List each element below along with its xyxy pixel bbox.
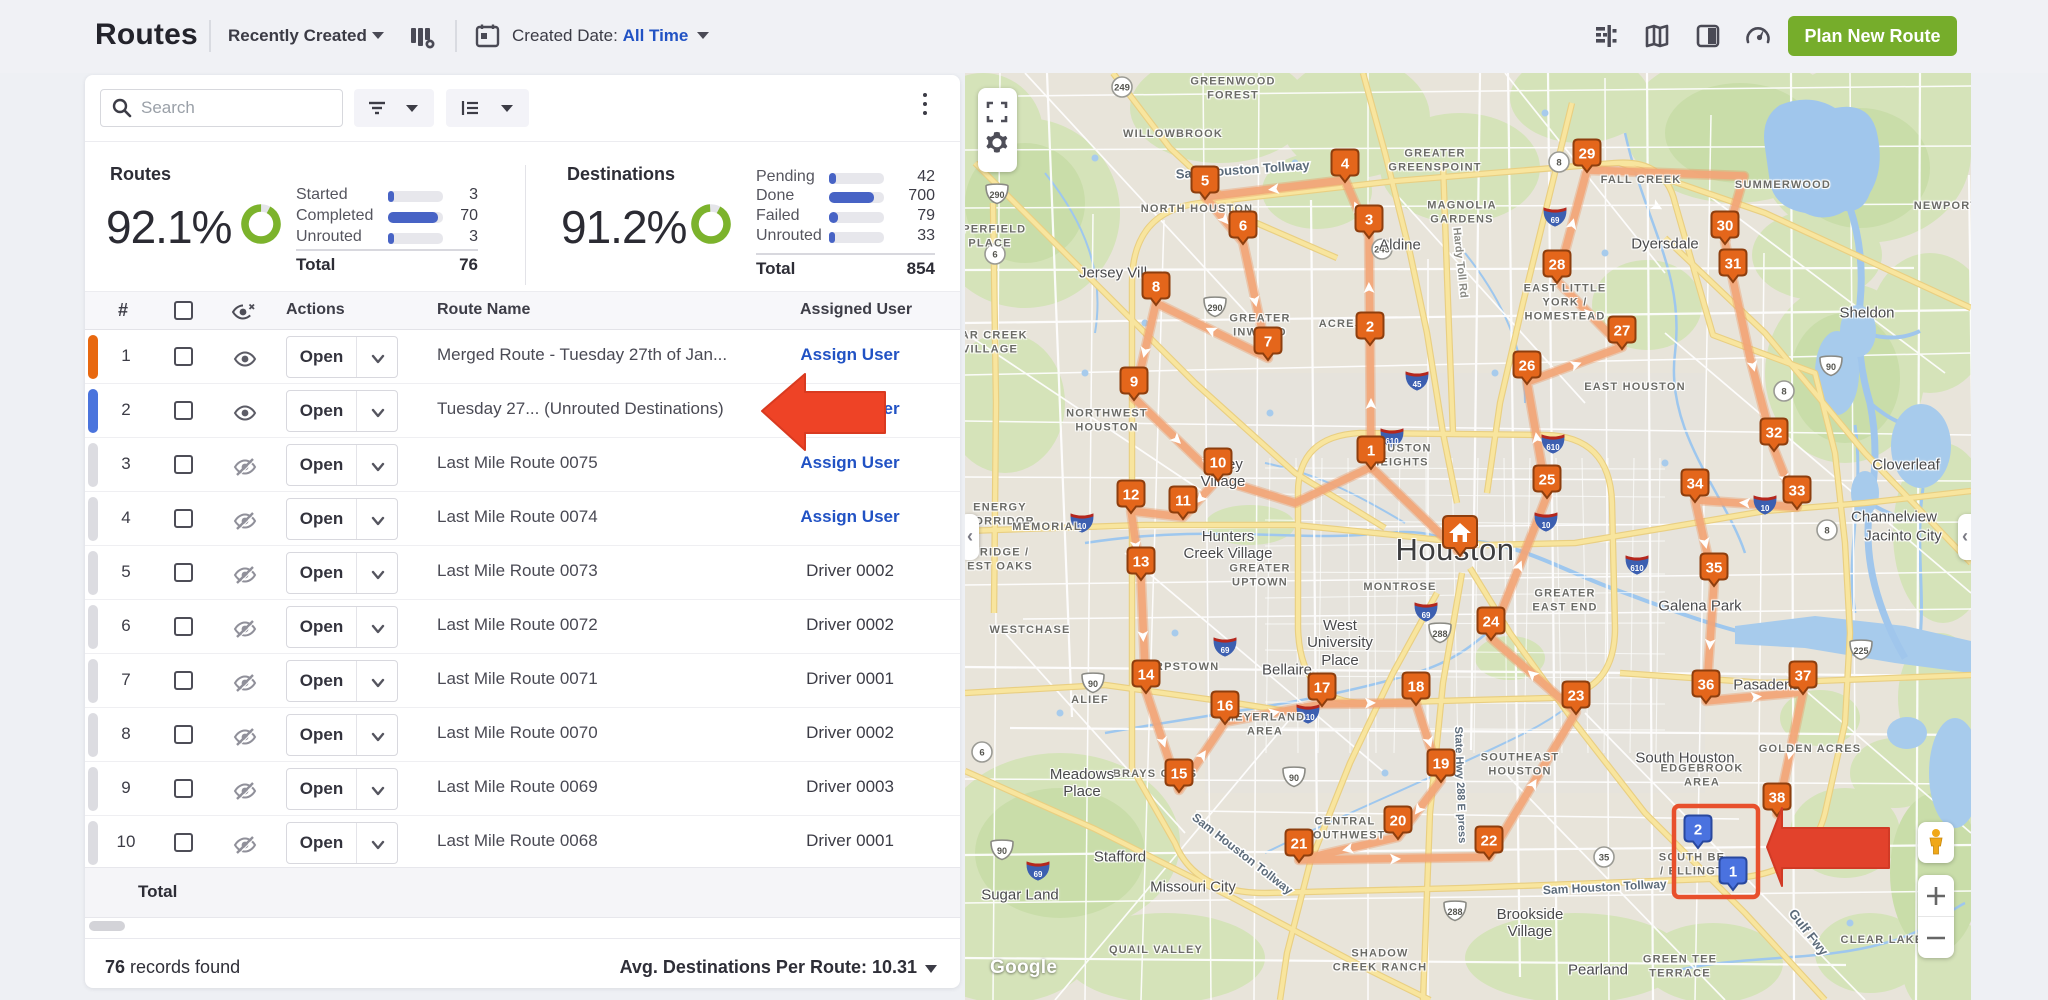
svg-text:3: 3 xyxy=(1365,212,1373,229)
svg-text:34: 34 xyxy=(1687,476,1704,493)
svg-text:18: 18 xyxy=(1408,679,1425,696)
svg-text:2: 2 xyxy=(1694,822,1702,839)
svg-text:8: 8 xyxy=(1152,279,1160,296)
svg-text:7: 7 xyxy=(1264,334,1272,351)
svg-text:13: 13 xyxy=(1133,554,1150,571)
svg-text:19: 19 xyxy=(1433,756,1450,773)
svg-text:33: 33 xyxy=(1789,483,1806,500)
svg-text:30: 30 xyxy=(1717,218,1734,235)
svg-text:10: 10 xyxy=(1210,455,1227,472)
svg-text:11: 11 xyxy=(1175,493,1191,510)
svg-text:20: 20 xyxy=(1390,813,1407,830)
svg-text:31: 31 xyxy=(1725,256,1742,273)
svg-text:4: 4 xyxy=(1341,156,1350,173)
svg-text:24: 24 xyxy=(1483,614,1500,631)
svg-text:37: 37 xyxy=(1795,668,1812,685)
svg-text:32: 32 xyxy=(1766,425,1783,442)
svg-text:28: 28 xyxy=(1549,257,1566,274)
svg-text:21: 21 xyxy=(1291,836,1308,853)
svg-text:14: 14 xyxy=(1138,667,1155,684)
svg-text:27: 27 xyxy=(1614,323,1631,340)
svg-text:9: 9 xyxy=(1130,374,1138,391)
svg-text:12: 12 xyxy=(1123,487,1140,504)
svg-text:2: 2 xyxy=(1366,319,1374,336)
svg-text:15: 15 xyxy=(1171,766,1188,783)
svg-text:5: 5 xyxy=(1201,173,1209,190)
svg-text:1: 1 xyxy=(1367,443,1375,460)
svg-text:17: 17 xyxy=(1314,680,1331,697)
svg-text:29: 29 xyxy=(1579,146,1596,163)
svg-text:35: 35 xyxy=(1706,560,1723,577)
svg-text:22: 22 xyxy=(1481,833,1498,850)
svg-text:36: 36 xyxy=(1698,677,1715,694)
svg-text:38: 38 xyxy=(1769,790,1786,807)
svg-text:25: 25 xyxy=(1539,472,1556,489)
svg-text:23: 23 xyxy=(1568,688,1585,705)
svg-text:6: 6 xyxy=(1239,218,1247,235)
svg-text:16: 16 xyxy=(1217,698,1234,715)
svg-text:1: 1 xyxy=(1729,864,1737,881)
svg-text:26: 26 xyxy=(1519,358,1536,375)
